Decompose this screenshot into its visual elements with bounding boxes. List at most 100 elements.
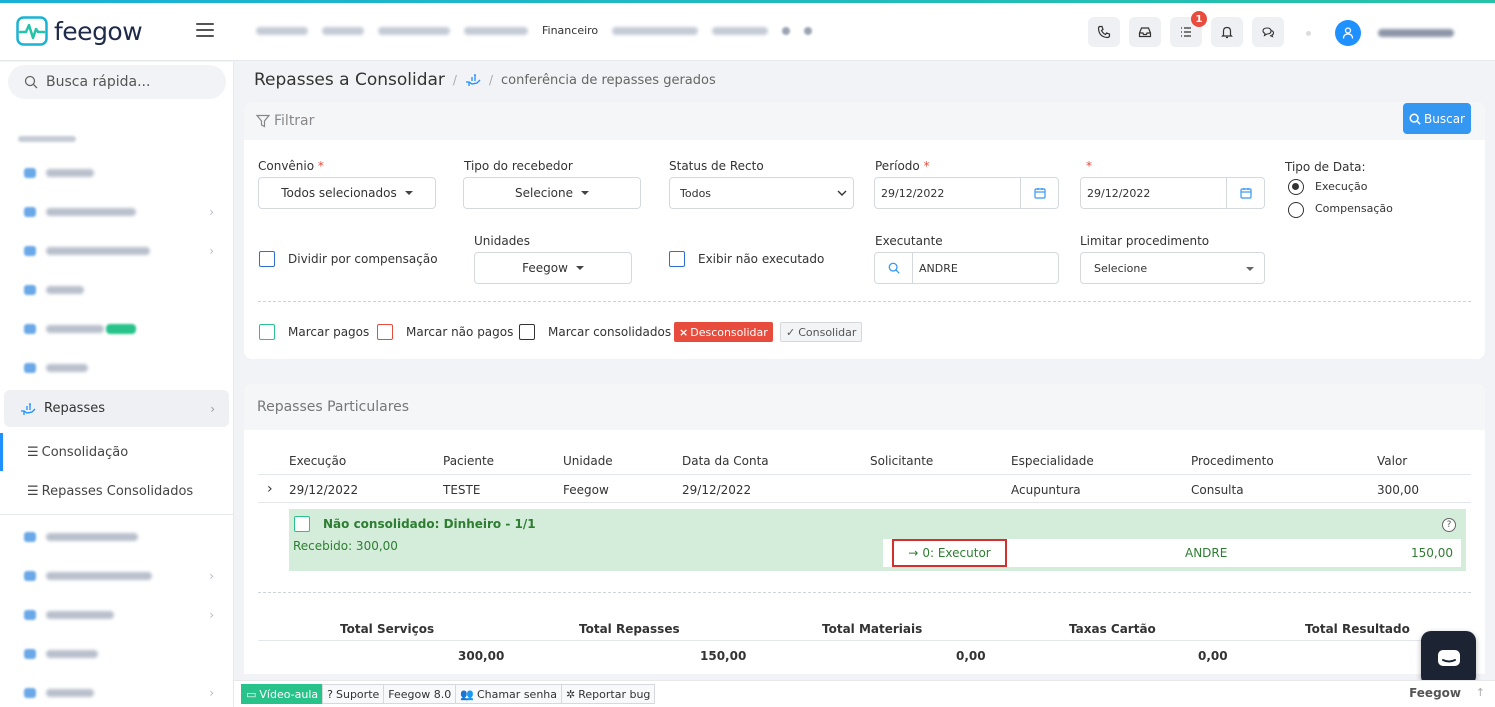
desconsolidar-button[interactable]: × Desconsolidar bbox=[674, 322, 773, 342]
quick-search-input[interactable]: Busca rápida... bbox=[8, 65, 226, 99]
nav-item-blurred[interactable] bbox=[712, 26, 769, 35]
marcar-consolidados-checkbox[interactable] bbox=[519, 324, 535, 340]
sidebar-item-blurred[interactable]: › bbox=[0, 596, 234, 634]
dividir-compensacao-checkbox[interactable] bbox=[259, 251, 275, 267]
sidebar-item-blurred[interactable] bbox=[0, 349, 234, 387]
calendar-icon[interactable] bbox=[1020, 178, 1058, 208]
user-name-blurred[interactable] bbox=[1378, 29, 1454, 37]
chat-widget-button[interactable] bbox=[1421, 631, 1476, 686]
nav-item-blurred[interactable] bbox=[464, 26, 528, 35]
calendar-icon[interactable] bbox=[1226, 178, 1264, 208]
column-header[interactable]: Data da Conta bbox=[682, 454, 769, 468]
user-avatar-icon[interactable] bbox=[1335, 20, 1361, 46]
bug-icon: ✲ bbox=[566, 687, 576, 701]
convenio-label: Convênio * bbox=[258, 159, 324, 173]
divider-dashed bbox=[258, 592, 1471, 593]
limitar-label: Limitar procedimento bbox=[1080, 234, 1210, 248]
scroll-up-icon[interactable]: ↑ bbox=[1476, 686, 1485, 699]
chat-bubbles-icon[interactable] bbox=[1252, 17, 1284, 47]
desconsolidar-label: Desconsolidar bbox=[690, 325, 768, 339]
sidebar-item-blurred[interactable]: › bbox=[0, 674, 234, 707]
exibir-nao-executado-checkbox[interactable] bbox=[669, 251, 685, 267]
suporte-button[interactable]: ? Suporte bbox=[322, 684, 385, 704]
sidebar-item-blurred[interactable]: › bbox=[0, 232, 234, 270]
radio-execucao[interactable] bbox=[1288, 179, 1304, 195]
consolidar-button[interactable]: ✓ Consolidar bbox=[780, 322, 863, 342]
sidebar-item-blurred[interactable]: › bbox=[0, 193, 234, 231]
tasks-icon[interactable]: 1 bbox=[1170, 11, 1207, 47]
sidebar-item-blurred[interactable] bbox=[0, 271, 234, 309]
split-value: 150,00 bbox=[1411, 546, 1453, 560]
nav-item-blurred[interactable] bbox=[804, 26, 813, 35]
nav-item-blurred[interactable] bbox=[782, 26, 791, 35]
chat-icon bbox=[1437, 649, 1460, 666]
periodo-to-input[interactable]: 29/12/2022 bbox=[1080, 177, 1265, 209]
marcar-pagos-checkbox[interactable] bbox=[259, 324, 275, 340]
menu-icon[interactable] bbox=[196, 23, 214, 37]
limitar-select[interactable]: Selecione bbox=[1080, 252, 1265, 284]
sidebar-item-blurred[interactable] bbox=[0, 635, 234, 673]
sidebar-subitem-repasses-consolidados[interactable]: ☰ Repasses Consolidados bbox=[0, 472, 234, 510]
radio-compensacao[interactable] bbox=[1288, 202, 1304, 218]
column-header[interactable]: Procedimento bbox=[1191, 454, 1274, 468]
version-button[interactable]: Feegow 8.0 bbox=[383, 684, 457, 704]
executante-input[interactable]: ANDRE bbox=[874, 252, 1059, 284]
label-text: Período bbox=[875, 159, 920, 173]
periodo-from-input[interactable]: 29/12/2022 bbox=[874, 177, 1059, 209]
tipo-recebedor-select[interactable]: Selecione bbox=[463, 177, 641, 209]
total-header: Taxas Cartão bbox=[1069, 622, 1156, 636]
column-header[interactable]: Especialidade bbox=[1011, 454, 1094, 468]
executante-value: ANDRE bbox=[919, 261, 958, 275]
help-icon[interactable]: ? bbox=[1442, 518, 1456, 532]
nav-item-financeiro[interactable]: Financeiro bbox=[542, 24, 598, 37]
marcar-consolidados-label: Marcar consolidados bbox=[548, 325, 672, 339]
unidades-select[interactable]: Feegow bbox=[474, 252, 632, 284]
table-header-divider bbox=[258, 474, 1471, 475]
sidebar-subitem-label: Repasses Consolidados bbox=[41, 483, 194, 499]
status-recto-select[interactable]: Todos bbox=[669, 177, 854, 209]
total-header: Total Resultado bbox=[1305, 622, 1410, 636]
recebido-text: Recebido: 300,00 bbox=[293, 539, 398, 553]
periodo-from-value: 29/12/2022 bbox=[881, 186, 945, 200]
sidebar-item-blurred[interactable] bbox=[0, 310, 234, 348]
radio-compensacao-label: Compensação bbox=[1315, 202, 1393, 215]
sidebar-subitem-consolidacao[interactable]: ☰ Consolidação bbox=[0, 433, 234, 471]
notification-badge: 1 bbox=[1191, 11, 1207, 27]
column-header[interactable]: Unidade bbox=[563, 454, 613, 468]
bell-icon[interactable] bbox=[1211, 17, 1243, 47]
list-icon: ☰ bbox=[27, 483, 39, 499]
sidebar-item-blurred[interactable] bbox=[0, 154, 234, 192]
chevron-right-icon: › bbox=[209, 205, 214, 219]
convenio-select[interactable]: Todos selecionados bbox=[258, 177, 436, 209]
nav-item-blurred[interactable] bbox=[256, 26, 308, 35]
sidebar-item-blurred[interactable] bbox=[0, 518, 234, 556]
chamar-senha-label: Chamar senha bbox=[476, 687, 558, 701]
page-title: Repasses a Consolidar bbox=[254, 70, 445, 90]
logo[interactable]: feegow bbox=[16, 16, 143, 46]
nav-item-blurred[interactable] bbox=[378, 26, 450, 35]
executor-link[interactable]: → 0: Executor bbox=[892, 539, 1007, 567]
phone-icon[interactable] bbox=[1088, 17, 1120, 47]
chamar-senha-button[interactable]: 👥 Chamar senha bbox=[455, 684, 563, 704]
sidebar-item-repasses[interactable]: Repasses › bbox=[4, 390, 229, 427]
inbox-icon[interactable] bbox=[1129, 17, 1161, 47]
sidebar-item-blurred[interactable]: › bbox=[0, 557, 234, 595]
nav-item-blurred[interactable] bbox=[612, 26, 699, 35]
column-header[interactable]: Solicitante bbox=[870, 454, 933, 468]
marcar-nao-pagos-checkbox[interactable] bbox=[377, 324, 393, 340]
search-button[interactable]: Buscar bbox=[1403, 103, 1471, 134]
consolidation-checkbox[interactable] bbox=[294, 516, 310, 532]
column-header[interactable]: Valor bbox=[1377, 454, 1407, 468]
nav-item-blurred[interactable] bbox=[322, 26, 364, 35]
close-icon: × bbox=[679, 325, 689, 339]
column-header[interactable]: Execução bbox=[289, 454, 346, 468]
expand-chevron-icon[interactable]: › bbox=[267, 481, 273, 497]
search-icon bbox=[888, 262, 900, 274]
consolidar-label: Consolidar bbox=[798, 325, 857, 339]
label-text: Convênio bbox=[258, 159, 315, 173]
column-header[interactable]: Paciente bbox=[443, 454, 494, 468]
video-aula-button[interactable]: ▭ Vídeo-aula bbox=[241, 684, 324, 704]
totals-divider bbox=[258, 640, 1471, 641]
filter-header[interactable]: Filtrar Buscar bbox=[244, 102, 1485, 140]
reportar-bug-button[interactable]: ✲ Reportar bug bbox=[561, 684, 656, 704]
